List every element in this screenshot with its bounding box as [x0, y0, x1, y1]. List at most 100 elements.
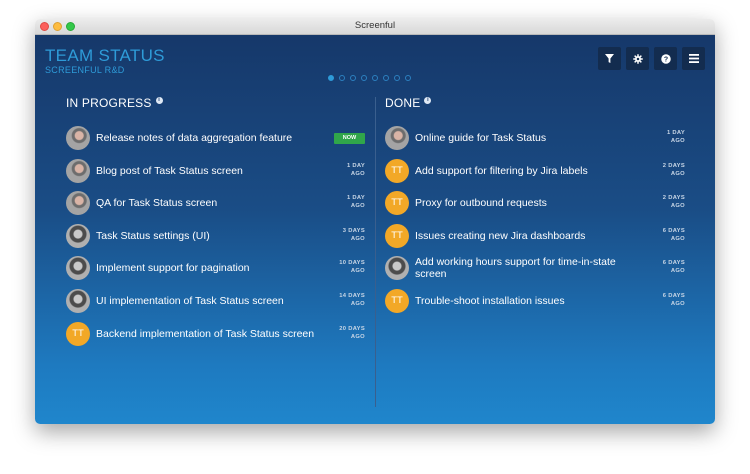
- task-title: Release notes of data aggregation featur…: [96, 126, 320, 150]
- page-dot[interactable]: [383, 75, 389, 81]
- avatar-photo: [66, 191, 90, 215]
- task-item[interactable]: TT Add support for filtering by Jira labe…: [385, 159, 689, 183]
- avatar-photo: [385, 126, 409, 150]
- dashboard: TEAM STATUS SCREENFUL R&D ? IN PROGRESS …: [35, 35, 715, 424]
- task-age-value: 1 DAY: [346, 163, 365, 169]
- avatar-initials: TT: [385, 289, 409, 313]
- avatar-initials: TT: [66, 322, 90, 346]
- task-item[interactable]: TT Trouble-shoot installation issues 6 DAY…: [385, 289, 689, 313]
- task-age: 3 DAYS AGO: [343, 227, 365, 243]
- menu-button[interactable]: [682, 47, 705, 70]
- task-age-suffix: AGO: [670, 236, 685, 242]
- task-age: 1 DAY AGO: [667, 129, 685, 145]
- task-item[interactable]: Implement support for pagination 10 DAYS A…: [66, 256, 369, 280]
- task-title: Blog post of Task Status screen: [96, 159, 320, 183]
- task-age-suffix: AGO: [670, 301, 685, 307]
- avatar-photo: [66, 289, 90, 313]
- task-item[interactable]: Task Status settings (UI) 3 DAYS AGO: [66, 224, 369, 248]
- task-title-text: UI implementation of Task Status screen: [96, 295, 284, 307]
- filter-button[interactable]: [598, 47, 621, 70]
- page-dot[interactable]: [339, 75, 345, 81]
- info-icon[interactable]: i: [424, 96, 432, 104]
- task-age-value: 14 DAYS: [339, 293, 365, 299]
- page-dot[interactable]: [361, 75, 367, 81]
- task-age-value: 2 DAYS: [662, 195, 685, 201]
- task-item[interactable]: TT Issues creating new Jira dashboards 6 D…: [385, 224, 689, 248]
- task-title: Issues creating new Jira dashboards: [415, 224, 640, 248]
- task-title-text: QA for Task Status screen: [96, 197, 218, 209]
- help-button[interactable]: ?: [654, 47, 677, 70]
- task-title: Proxy for outbound requests: [415, 191, 640, 215]
- task-item[interactable]: Online guide for Task Status 1 DAY AGO: [385, 126, 689, 150]
- task-age-suffix: AGO: [670, 171, 685, 177]
- title-bar: Screenful: [35, 19, 715, 35]
- task-age: 6 DAYS AGO: [663, 259, 685, 275]
- task-item[interactable]: TT Proxy for outbound requests 2 DAYS AGO: [385, 191, 689, 215]
- task-age: 2 DAYS AGO: [663, 194, 685, 210]
- task-title: Online guide for Task Status: [415, 126, 640, 150]
- task-age-value: 6 DAYS: [662, 260, 685, 266]
- task-item[interactable]: Release notes of data aggregation featur…: [66, 126, 369, 150]
- column-divider: [375, 97, 376, 407]
- page-subtitle: SCREENFUL R&D: [45, 65, 125, 75]
- help-icon: ?: [660, 53, 671, 64]
- in-progress-heading-label: IN PROGRESS: [66, 96, 152, 110]
- task-title: Add working hours support for time-in-st…: [415, 256, 640, 280]
- task-title: Trouble-shoot installation issues: [415, 289, 640, 313]
- menu-icon: [688, 54, 699, 63]
- avatar-photo: [66, 126, 90, 150]
- task-age: 2 DAYS AGO: [663, 162, 685, 178]
- task-title-text: Release notes of data aggregation featur…: [96, 132, 293, 144]
- task-age-suffix: AGO: [350, 268, 365, 274]
- avatar-photo: [66, 256, 90, 280]
- avatar-photo: [66, 224, 90, 248]
- in-progress-heading: IN PROGRESS i: [66, 96, 163, 110]
- task-title: QA for Task Status screen: [96, 191, 320, 215]
- task-age-value: 10 DAYS: [339, 260, 365, 266]
- task-age-suffix: AGO: [350, 203, 365, 209]
- done-heading: DONE i: [385, 96, 432, 110]
- task-age: 6 DAYS AGO: [663, 227, 685, 243]
- task-title: Implement support for pagination: [96, 256, 320, 280]
- settings-button[interactable]: [626, 47, 649, 70]
- task-age-value: 1 DAY: [346, 195, 365, 201]
- task-age-suffix: AGO: [350, 171, 365, 177]
- task-item[interactable]: QA for Task Status screen 1 DAY AGO: [66, 191, 369, 215]
- now-badge: NOW: [334, 133, 365, 144]
- task-title-text: Trouble-shoot installation issues: [415, 295, 565, 307]
- done-heading-label: DONE: [385, 96, 421, 110]
- app-window: Screenful TEAM STATUS SCREENFUL R&D ? IN…: [35, 19, 715, 424]
- task-title: Backend implementation of Task Status sc…: [96, 322, 320, 346]
- task-age: 20 DAYS AGO: [339, 325, 365, 341]
- task-title-text: Issues creating new Jira dashboards: [415, 230, 586, 242]
- task-title: Task Status settings (UI): [96, 224, 320, 248]
- task-title-text: Proxy for outbound requests: [415, 197, 547, 209]
- task-age-value: 1 DAY: [666, 130, 685, 136]
- page-dot[interactable]: [394, 75, 400, 81]
- task-age-value: 3 DAYS: [342, 228, 365, 234]
- avatar-initials: TT: [385, 191, 409, 215]
- task-age: 1 DAY AGO: [347, 194, 365, 210]
- task-age: 14 DAYS AGO: [339, 292, 365, 308]
- avatar-initials: TT: [385, 224, 409, 248]
- svg-text:?: ?: [663, 56, 667, 63]
- page-dot[interactable]: [405, 75, 411, 81]
- page-dot[interactable]: [350, 75, 356, 81]
- task-item[interactable]: UI implementation of Task Status screen 1…: [66, 289, 369, 313]
- task-age-suffix: AGO: [670, 268, 685, 274]
- task-title-text: Backend implementation of Task Status sc…: [96, 328, 315, 340]
- task-title-text: Blog post of Task Status screen: [96, 165, 243, 177]
- task-item[interactable]: Blog post of Task Status screen 1 DAY AGO: [66, 159, 369, 183]
- task-age: 6 DAYS AGO: [663, 292, 685, 308]
- task-item[interactable]: TT Backend implementation of Task Status …: [66, 322, 369, 346]
- task-age-suffix: AGO: [670, 203, 685, 209]
- task-age-value: 6 DAYS: [662, 228, 685, 234]
- task-item[interactable]: Add working hours support for time-in-st…: [385, 256, 689, 280]
- page-indicator: [328, 75, 411, 81]
- info-icon[interactable]: i: [155, 96, 163, 104]
- task-age-suffix: AGO: [350, 301, 365, 307]
- page-dot[interactable]: [372, 75, 378, 81]
- page-dot[interactable]: [328, 75, 334, 81]
- task-age-value: 6 DAYS: [662, 293, 685, 299]
- task-title: UI implementation of Task Status screen: [96, 289, 320, 313]
